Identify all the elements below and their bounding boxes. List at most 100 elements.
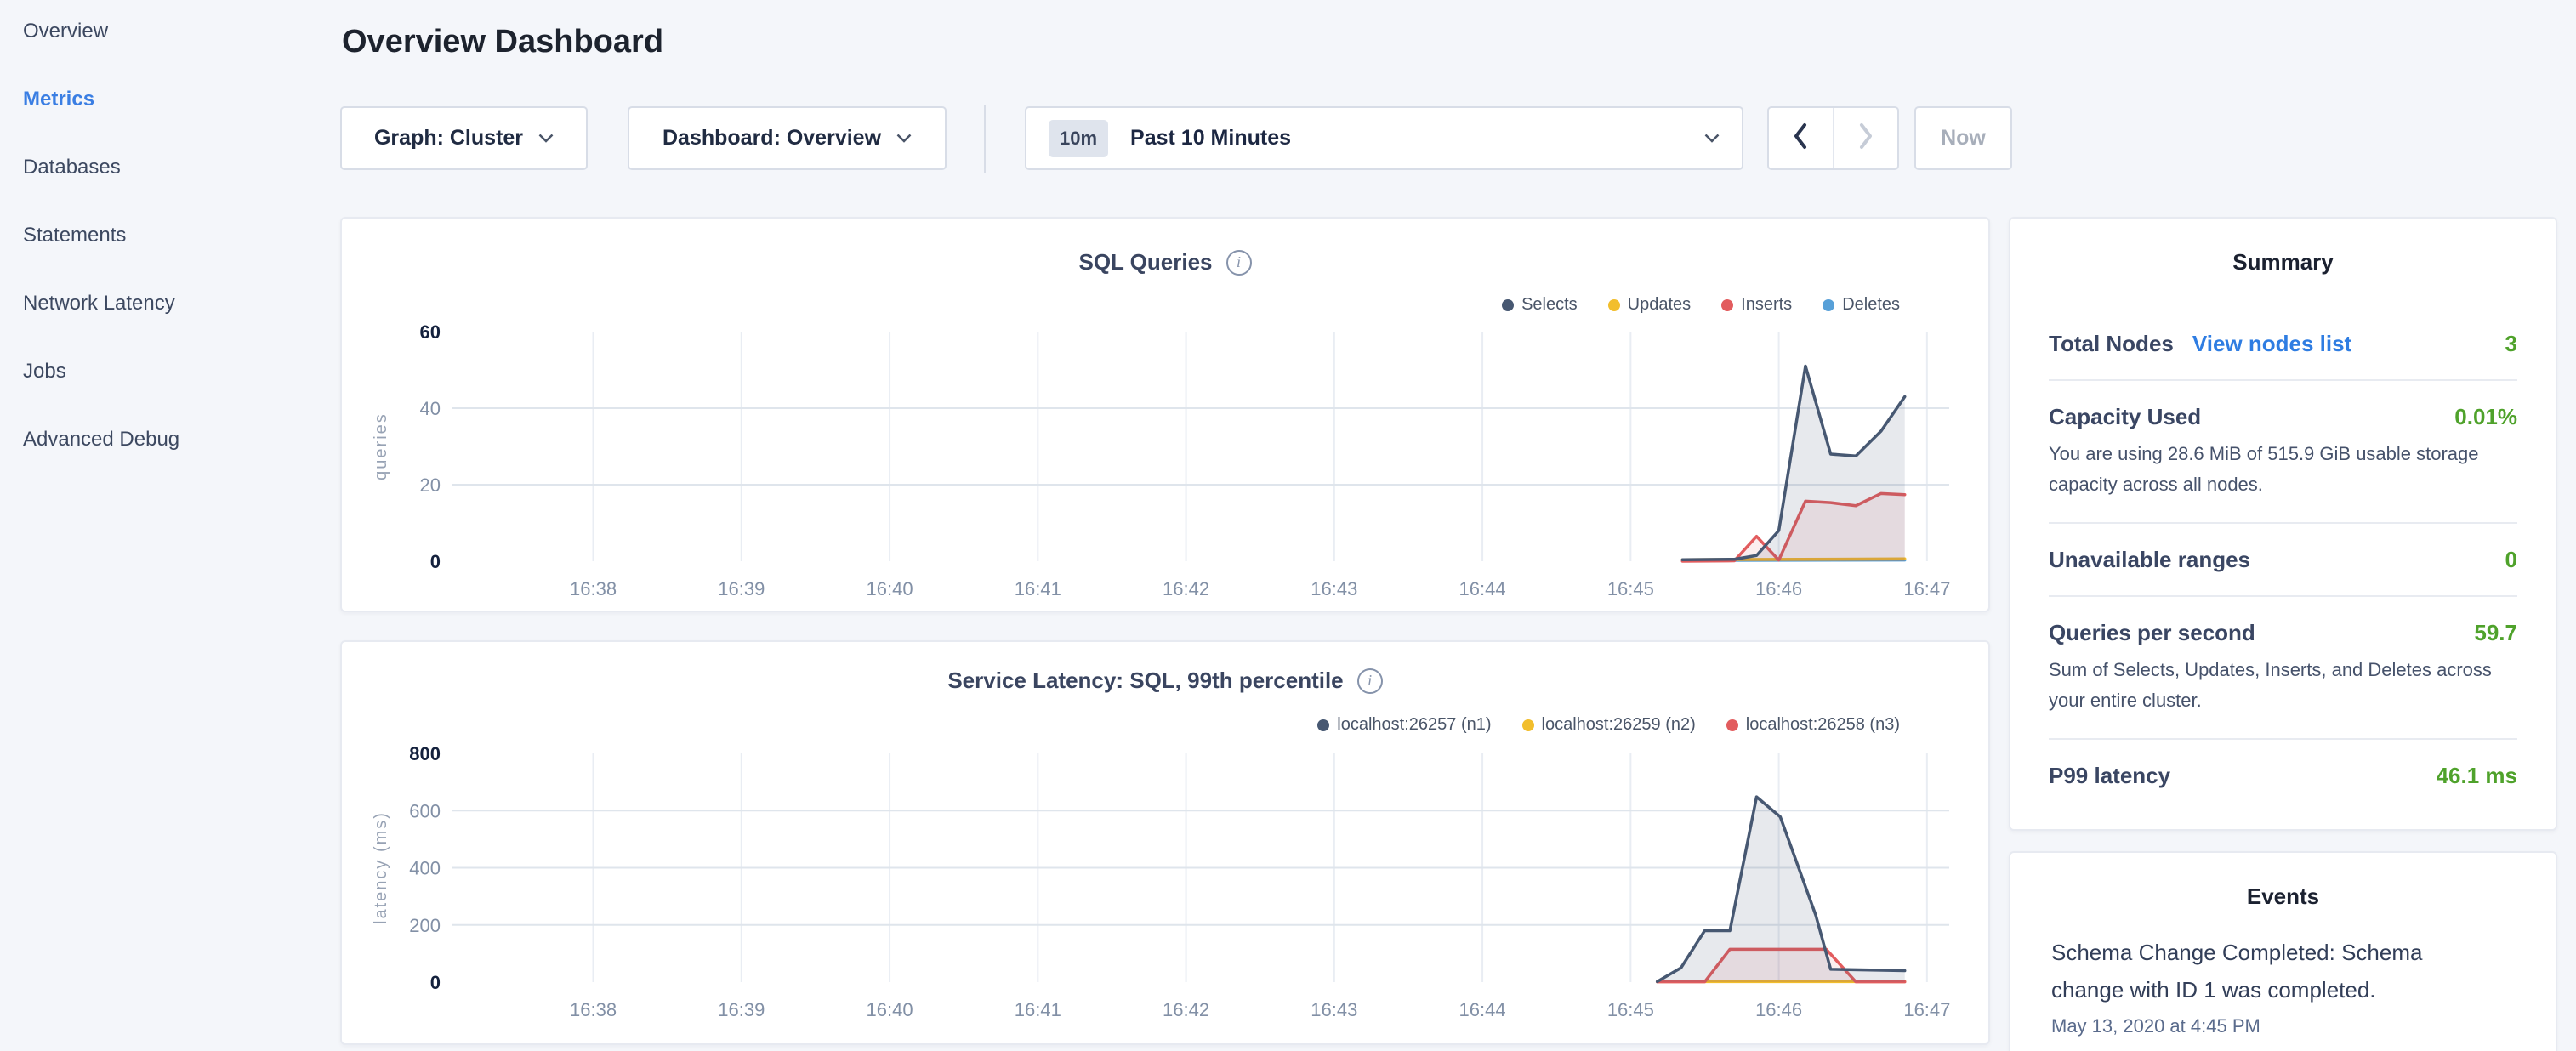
svg-text:16:42: 16:42 [1163,999,1209,1020]
graph-dropdown[interactable]: Graph: Cluster [340,106,588,170]
svg-text:0: 0 [430,551,441,572]
previous-time-button[interactable] [1769,108,1833,168]
chevron-down-icon [538,134,554,143]
sidebar-item-advanced-debug[interactable]: Advanced Debug [23,428,179,452]
legend-label: localhost:26258 (n3) [1746,715,1900,735]
sidebar: Overview Metrics Databases Statements Networ… [23,20,179,452]
dashboard-dropdown-label: Dashboard: Overview [662,126,881,151]
sidebar-item-jobs[interactable]: Jobs [23,360,179,383]
time-range-badge: 10m [1049,120,1108,157]
svg-text:16:40: 16:40 [867,578,913,599]
summary-row-value: 46.1 ms [2437,763,2517,789]
legend-item: localhost:26257 (n1) [1317,715,1491,735]
svg-text:16:46: 16:46 [1755,578,1802,599]
legend-label: Updates [1628,295,1692,315]
summary-row-label: P99 latency [2049,763,2170,789]
events-panel: Events Schema Change Completed: Schema c… [2009,851,2557,1051]
svg-text:16:39: 16:39 [718,578,765,599]
svg-text:200: 200 [409,915,441,936]
summary-row: Queries per second59.7 [2010,619,2556,646]
chart-title: SQL Queries [1078,249,1212,276]
chevron-right-icon [1858,122,1874,154]
divider [2049,379,2517,381]
svg-text:20: 20 [420,474,441,496]
summary-panel: Summary Total NodesView nodes list3Capac… [2009,217,2557,831]
sidebar-item-statements[interactable]: Statements [23,224,179,247]
sidebar-item-network-latency[interactable]: Network Latency [23,292,179,315]
svg-text:16:40: 16:40 [867,999,913,1020]
svg-text:16:45: 16:45 [1607,999,1654,1020]
chart-legend: localhost:26257 (n1) localhost:26259 (n2)… [1317,715,1900,735]
summary-row: Total NodesView nodes list3 [2010,330,2556,357]
legend-label: Deletes [1842,295,1900,315]
svg-text:0: 0 [430,972,441,993]
legend-item: Inserts [1721,295,1792,315]
dashboard-dropdown[interactable]: Dashboard: Overview [628,106,947,170]
legend-item: Updates [1608,295,1692,315]
divider [2049,595,2517,597]
legend-dot-icon [1726,719,1738,731]
svg-text:40: 40 [420,398,441,419]
time-range-label: Past 10 Minutes [1130,126,1291,151]
chevron-left-icon [1793,122,1808,154]
legend-label: localhost:26257 (n1) [1337,715,1491,735]
sidebar-item-overview[interactable]: Overview [23,20,179,43]
summary-row-description: You are using 28.6 MiB of 515.9 GiB usab… [2010,439,2556,500]
sql-queries-chart[interactable]: 16:38 16:39 16:40 16:41 16:42 16:43 16:44 16:45… [342,219,1992,611]
svg-text:16:43: 16:43 [1311,999,1357,1020]
legend-item: Selects [1502,295,1578,315]
sidebar-item-databases[interactable]: Databases [23,156,179,179]
summary-row-label: Capacity Used [2049,404,2201,430]
view-nodes-list-link[interactable]: View nodes list [2192,331,2351,357]
summary-rows: Total NodesView nodes list3Capacity Used… [2010,330,2556,789]
chevron-down-icon [1704,134,1720,143]
legend-item: Deletes [1823,295,1900,315]
summary-row: Capacity Used 0.01% [2010,403,2556,430]
svg-text:16:44: 16:44 [1459,578,1506,599]
summary-row-label: Unavailable ranges [2049,547,2250,573]
legend-item: localhost:26259 (n2) [1522,715,1696,735]
sql-queries-chart-card: SQL Queries i Selects Updates Inserts Delet… [340,217,1990,612]
service-latency-chart[interactable]: 16:38 16:39 16:40 16:41 16:42 16:43 16:44 16:45… [342,642,1992,1043]
event-item[interactable]: Schema Change Completed: Schema change w… [2010,934,2556,1037]
svg-text:16:39: 16:39 [718,999,765,1020]
svg-text:16:38: 16:38 [570,578,617,599]
svg-text:16:43: 16:43 [1311,578,1357,599]
legend-dot-icon [1608,299,1620,311]
svg-text:800: 800 [409,743,441,764]
svg-text:16:38: 16:38 [570,999,617,1020]
info-icon[interactable]: i [1226,250,1252,276]
svg-text:16:42: 16:42 [1163,578,1209,599]
svg-text:latency (ms): latency (ms) [372,811,390,924]
summary-row-value: 59.7 [2474,620,2517,646]
graph-dropdown-label: Graph: Cluster [374,126,523,151]
legend-label: Selects [1521,295,1578,315]
next-time-button[interactable] [1833,108,1898,168]
svg-text:16:41: 16:41 [1015,999,1061,1020]
svg-text:60: 60 [420,321,441,343]
chart-title: Service Latency: SQL, 99th percentile [947,668,1343,694]
svg-text:16:41: 16:41 [1015,578,1061,599]
svg-text:16:47: 16:47 [1903,999,1950,1020]
legend-dot-icon [1317,719,1329,731]
chart-title-row: Service Latency: SQL, 99th percentile i [342,668,1988,694]
legend-item: localhost:26258 (n3) [1726,715,1900,735]
chart-legend: Selects Updates Inserts Deletes [1502,295,1900,315]
svg-text:16:44: 16:44 [1459,999,1506,1020]
time-range-selector[interactable]: 10m Past 10 Minutes [1025,106,1743,170]
info-icon[interactable]: i [1357,668,1383,694]
sidebar-item-metrics[interactable]: Metrics [23,88,179,111]
svg-text:16:47: 16:47 [1903,578,1950,599]
legend-dot-icon [1502,299,1514,311]
summary-row-label: Total Nodes [2049,331,2174,357]
svg-text:600: 600 [409,800,441,821]
time-step-buttons [1767,106,1899,170]
legend-label: Inserts [1741,295,1792,315]
app-root: Overview Metrics Databases Statements Networ… [0,0,2576,1051]
summary-row: Unavailable ranges0 [2010,546,2556,573]
summary-row-value: 0.01% [2454,404,2517,430]
now-button[interactable]: Now [1914,106,2012,170]
controls-divider [984,105,986,173]
page-title: Overview Dashboard [342,24,663,60]
svg-text:16:45: 16:45 [1607,578,1654,599]
